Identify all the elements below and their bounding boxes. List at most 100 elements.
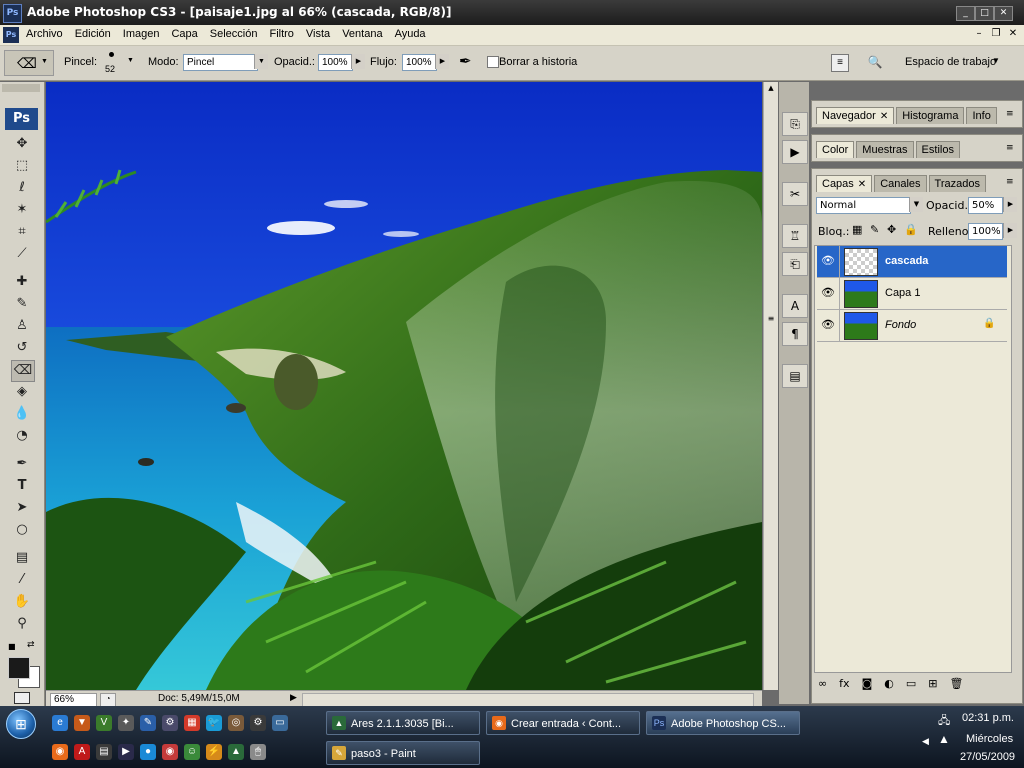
zoom-field[interactable]: 66% [50, 693, 97, 707]
blend-mode-arrow[interactable]: ▼ [909, 197, 923, 212]
layer-cascada[interactable]: 👁 cascada [817, 246, 1007, 278]
document-icon[interactable]: Ps [3, 27, 19, 43]
marquee-tool-icon[interactable]: ⬚ [11, 156, 33, 176]
flow-slider-arrow[interactable]: ▶ [435, 54, 449, 69]
zoom-tool-icon[interactable]: ⚲ [11, 614, 33, 634]
actions-panel-icon[interactable]: ▶ [782, 140, 808, 164]
quick-mask-icon[interactable] [14, 692, 30, 704]
new-group-icon[interactable]: ▭ [906, 677, 916, 690]
new-layer-icon[interactable]: ⊞ [928, 677, 937, 690]
dodge-tool-icon[interactable]: ◔ [11, 426, 33, 446]
tab-canales[interactable]: Canales [874, 175, 927, 192]
tab-histograma[interactable]: Histograma [896, 107, 965, 124]
app-quicklaunch-icon[interactable]: ▭ [272, 715, 288, 731]
paragraph-panel-icon[interactable]: ¶ [782, 322, 808, 346]
app-quicklaunch-icon[interactable]: ✎ [140, 715, 156, 731]
history-checkbox[interactable] [487, 56, 499, 68]
brushes-panel-icon[interactable]: ♖ [782, 224, 808, 248]
panel-grip[interactable] [2, 84, 40, 92]
flow-input[interactable]: 100% [402, 54, 437, 71]
doc-restore-button[interactable]: ❐ [989, 28, 1003, 40]
crop-tool-icon[interactable]: ⌗ [11, 222, 33, 242]
foreground-color-swatch[interactable] [8, 657, 30, 679]
history-panel-icon[interactable]: ⎘ [782, 112, 808, 136]
move-tool-icon[interactable]: ✥ [11, 134, 33, 154]
lock-pixels-icon[interactable]: ✎ [870, 223, 879, 236]
menu-vista[interactable]: Vista [306, 28, 330, 40]
fill-arrow[interactable]: ▶ [1003, 223, 1017, 238]
messenger-icon[interactable]: ● [140, 744, 156, 760]
layer-opacity-input[interactable]: 50% [968, 197, 1003, 214]
airbrush-icon[interactable]: ✒ [459, 52, 472, 70]
layer-capa-1[interactable]: 👁 Capa 1 [817, 278, 1007, 310]
photoshop-app-icon[interactable]: Ps [3, 4, 22, 23]
status-arrow-icon[interactable]: ▶ [290, 692, 297, 703]
magic-wand-tool-icon[interactable]: ✶ [11, 200, 33, 220]
ares-quicklaunch-icon[interactable]: ▲ [228, 744, 244, 760]
link-layers-icon[interactable]: ∞ [818, 677, 827, 690]
visibility-eye-icon[interactable]: 👁 [817, 278, 840, 309]
tab-muestras[interactable]: Muestras [856, 141, 914, 158]
path-selection-tool-icon[interactable]: ➤ [11, 498, 33, 518]
document-canvas[interactable] [46, 82, 762, 690]
panel-menu-icon[interactable]: ≡ [1006, 109, 1014, 119]
visibility-eye-icon[interactable]: 👁 [817, 246, 840, 277]
layer-style-icon[interactable]: fx [839, 677, 849, 690]
clock-time[interactable]: 02:31 p.m. [962, 712, 1014, 724]
menu-filtro[interactable]: Filtro [269, 28, 293, 40]
close-icon[interactable]: ✕ [880, 111, 888, 122]
tab-color[interactable]: Color [816, 141, 855, 158]
scroll-up-icon[interactable]: ▲ [765, 82, 777, 94]
lasso-tool-icon[interactable]: ℓ [11, 178, 33, 198]
tab-estilos[interactable]: Estilos [915, 141, 960, 158]
tab-capas[interactable]: Capas ✕ [816, 175, 873, 192]
app-quicklaunch-icon[interactable]: ▼ [74, 715, 90, 731]
doc-close-button[interactable]: ✕ [1006, 28, 1020, 40]
tool-preset-picker[interactable]: ⌫ ▼ [4, 50, 54, 76]
adjustment-layer-icon[interactable]: ◐ [884, 677, 894, 690]
history-brush-tool-icon[interactable]: ↺ [11, 338, 33, 358]
photoshop-logo[interactable]: Ps [5, 108, 38, 130]
status-menu-icon[interactable]: ◔ [100, 693, 116, 707]
tab-info[interactable]: Info [966, 107, 997, 124]
tool-presets-icon[interactable]: ✂ [782, 182, 808, 206]
app-quicklaunch-icon[interactable]: ✦ [118, 715, 134, 731]
acrobat-icon[interactable]: A [74, 744, 90, 760]
default-colors-icon[interactable]: ■ [8, 642, 16, 651]
panel-menu-icon[interactable]: ≡ [1006, 177, 1014, 187]
restore-button[interactable]: □ [975, 6, 994, 21]
paint-bucket-tool-icon[interactable]: ◈ [11, 382, 33, 402]
menu-capa[interactable]: Capa [171, 28, 197, 40]
layer-fondo[interactable]: 👁 Fondo 🔒 [817, 310, 1007, 342]
network-icon[interactable]: 🖧 [938, 712, 952, 727]
lock-position-icon[interactable]: ✥ [887, 223, 896, 236]
blur-tool-icon[interactable]: 💧 [11, 404, 33, 424]
pen-tool-icon[interactable]: ✒ [11, 454, 33, 474]
lock-transparency-icon[interactable]: ▦ [852, 223, 862, 236]
canvas-horizontal-scrollbar[interactable] [302, 693, 754, 707]
visibility-eye-icon[interactable]: 👁 [817, 310, 840, 341]
eraser-tool-icon[interactable]: ⌫ [11, 360, 35, 382]
close-icon[interactable]: ✕ [858, 179, 866, 190]
panel-menu-icon[interactable]: ≡ [1006, 143, 1014, 153]
layer-comps-icon[interactable]: ▤ [782, 364, 808, 388]
palette-well-icon[interactable]: ≡ [831, 54, 849, 72]
taskbar-firefox[interactable]: ◉ Crear entrada ‹ Cont... [486, 711, 640, 735]
app-quicklaunch-icon[interactable]: V [96, 715, 112, 731]
shape-tool-icon[interactable]: ○ [11, 520, 33, 540]
start-button[interactable]: ⊞ [6, 709, 36, 739]
type-tool-icon[interactable]: T [11, 476, 33, 496]
settings-icon[interactable]: ⚙ [162, 715, 178, 731]
menu-archivo[interactable]: Archivo [26, 28, 63, 40]
twitter-icon[interactable]: 🐦 [206, 715, 222, 731]
tab-navegador[interactable]: Navegador ✕ [816, 107, 895, 124]
delete-layer-icon[interactable]: 🗑 [949, 677, 963, 690]
bridge-icon[interactable]: 🔍 [865, 54, 885, 70]
tray-expand-icon[interactable]: ◀ [922, 736, 929, 747]
ares-tray-icon[interactable]: ▲ [938, 732, 950, 746]
notes-tool-icon[interactable]: ▤ [11, 548, 33, 568]
menu-ventana[interactable]: Ventana [342, 28, 382, 40]
brush-picker[interactable]: 52 ▼ [103, 50, 134, 76]
brush-tool-icon[interactable]: ✎ [11, 294, 33, 314]
swap-colors-icon[interactable]: ⇄ [27, 640, 35, 650]
